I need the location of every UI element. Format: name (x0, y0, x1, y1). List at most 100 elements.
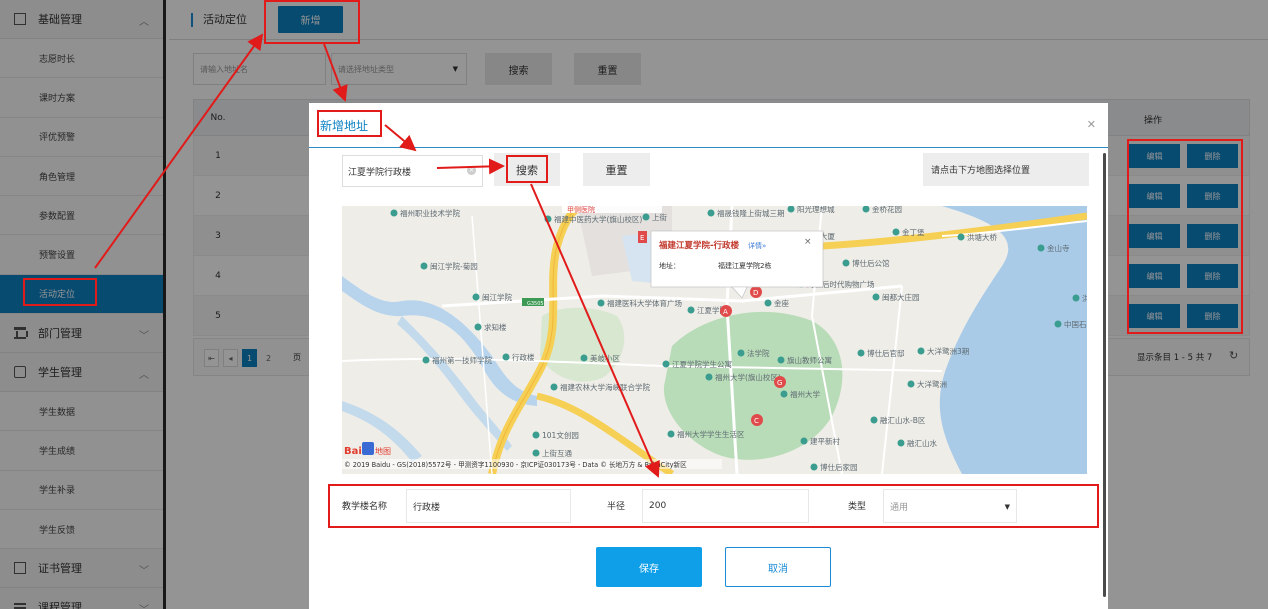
cancel-button[interactable]: 取消 (725, 547, 831, 587)
map-label: 求知楼 (484, 322, 507, 332)
map-poi-icon[interactable] (474, 323, 482, 331)
map-poi-icon[interactable] (1037, 244, 1045, 252)
map-poi-icon[interactable] (707, 209, 715, 217)
map-poi-icon[interactable] (687, 306, 695, 314)
map-label: 福建农林大学海峡联合学院 (560, 382, 650, 392)
popup-close-icon[interactable]: × (804, 237, 812, 247)
map-poi-icon[interactable] (422, 356, 430, 364)
scrollbar[interactable] (1103, 153, 1106, 597)
map-poi-icon[interactable] (957, 233, 965, 241)
map-poi-icon[interactable] (1054, 320, 1062, 328)
map-label: 博仕后家园 (820, 462, 858, 472)
map-label: 闽江学院 (482, 292, 512, 302)
popup-address-label: 地址： (659, 261, 680, 270)
map-poi-icon[interactable] (502, 353, 510, 361)
map-label: 福州大学(旗山校区) (715, 372, 781, 382)
map-poi-icon[interactable] (705, 373, 713, 381)
svg-text:G: G (777, 379, 782, 387)
map-poi-icon[interactable] (420, 262, 428, 270)
map-marker-c[interactable]: C (751, 414, 763, 426)
map-poi-icon[interactable] (544, 215, 552, 223)
annotation-box-search (506, 155, 548, 183)
address-form-row: 教学楼名称 行政楼 半径 200 类型 通用 ▼ (328, 484, 1099, 528)
map-marker-a[interactable]: A (720, 305, 732, 317)
map-poi-icon[interactable] (642, 213, 650, 221)
map-marker-g[interactable]: G (774, 376, 786, 388)
map-reset-button[interactable]: 重置 (583, 153, 650, 186)
map-poi-icon[interactable] (532, 449, 540, 457)
map-label: 旗山教师公寓 (787, 355, 832, 365)
map-label: 建平新村 (810, 436, 840, 446)
map-poi-icon[interactable] (580, 354, 588, 362)
map-search-input[interactable]: 江夏学院行政楼 × (342, 155, 483, 187)
map-marker-d[interactable]: D (750, 286, 762, 298)
map-poi-icon[interactable] (857, 349, 865, 357)
map-poi-icon[interactable] (870, 416, 878, 424)
map-poi-icon[interactable] (597, 299, 605, 307)
map-poi-icon[interactable] (917, 347, 925, 355)
map-label: 洪 (1082, 293, 1087, 303)
map-poi-icon[interactable] (764, 299, 772, 307)
map-poi-icon[interactable] (472, 293, 480, 301)
save-button[interactable]: 保存 (596, 547, 702, 587)
map-poi-icon[interactable] (780, 390, 788, 398)
map-poi-icon[interactable] (892, 228, 900, 236)
map-label: 大洋鹭洲 (917, 379, 947, 389)
map-poi-icon[interactable] (777, 356, 785, 364)
map-label: 洪塘大桥 (967, 232, 997, 242)
svg-text:Bai: Bai (344, 446, 362, 457)
add-address-modal: 新增地址 ✕ 江夏学院行政楼 × 搜索 重置 请点击下方地图选择位置 G3505… (309, 103, 1108, 609)
map-poi-icon[interactable] (800, 437, 808, 445)
svg-text:A: A (723, 308, 728, 316)
map-label: 福建医科大学体育广场 (607, 298, 682, 308)
map-label: 金座 (774, 298, 789, 308)
map-label: 金桥花园 (872, 206, 902, 214)
map-poi-icon[interactable] (550, 383, 558, 391)
map-poi-icon[interactable] (667, 430, 675, 438)
clear-icon[interactable]: × (467, 166, 476, 175)
map-canvas[interactable]: G3505 福州职业技术学院闽江学院-菊园闽江学院求知楼行政楼福州第一技师学院福… (342, 206, 1087, 474)
map-label: 江夏学院学生公寓 (672, 359, 732, 369)
radius-label: 半径 (607, 502, 626, 512)
map-poi-icon[interactable] (907, 380, 915, 388)
close-icon[interactable]: ✕ (1087, 118, 1096, 131)
annotation-box-title (317, 110, 382, 137)
map-label: 上街互通 (542, 448, 572, 458)
building-name-label: 教学楼名称 (342, 502, 388, 512)
popup-detail-link[interactable]: 详情» (748, 241, 766, 250)
radius-input[interactable]: 200 (642, 489, 809, 523)
type-label: 类型 (848, 502, 867, 512)
map-label: 福州大学学生生活区 (677, 429, 745, 439)
map-label: 闽都大庄园 (882, 292, 920, 302)
map-search-value: 江夏学院行政楼 (348, 167, 412, 178)
svg-text:D: D (753, 289, 758, 297)
building-name-input[interactable]: 行政楼 (406, 489, 571, 523)
map-poi-icon[interactable] (842, 259, 850, 267)
caret-down-icon: ▼ (1004, 503, 1010, 511)
type-select-value: 通用 (890, 502, 909, 513)
map-poi-icon[interactable] (1072, 294, 1080, 302)
map-poi-icon[interactable] (737, 349, 745, 357)
map-poi-icon[interactable] (532, 431, 540, 439)
map-hint: 请点击下方地图选择位置 (923, 153, 1089, 186)
map-label: 美岐小区 (590, 353, 620, 363)
map-poi-icon[interactable] (810, 463, 818, 471)
map-label: 融汇山水-B区 (880, 415, 926, 425)
map-label: 博仕后公馆 (852, 258, 890, 268)
map-label: 行政楼 (512, 352, 535, 362)
map-poi-icon[interactable] (390, 209, 398, 217)
type-select[interactable]: 通用 ▼ (883, 489, 1017, 523)
map-marker-e[interactable]: E (638, 231, 647, 243)
map-label: 融汇山水 (907, 438, 937, 448)
map-poi-icon[interactable] (897, 439, 905, 447)
map-poi-icon[interactable] (662, 360, 670, 368)
map-label: 101文创园 (542, 430, 579, 440)
map-label: 甲侧医院 (567, 206, 595, 214)
map-label: G3505 (527, 301, 544, 307)
svg-text:C: C (754, 417, 759, 425)
modal-divider (309, 147, 1108, 148)
map-label: 阳光理想城 (797, 206, 835, 214)
map-label: 博仕后官邸 (867, 348, 905, 358)
baidu-map[interactable]: G3505 福州职业技术学院 闽江学院-菊园 闽江学院 求知楼 行政楼 福州第一技师学院福… (342, 206, 1087, 474)
map-poi-icon[interactable] (872, 293, 880, 301)
